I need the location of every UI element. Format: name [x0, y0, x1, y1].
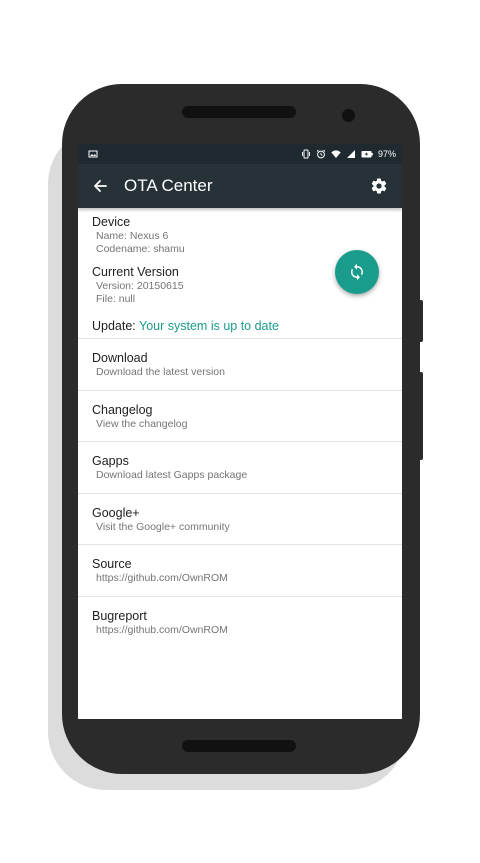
signal-icon [346, 150, 355, 158]
list-item-title: Changelog [92, 402, 153, 417]
stage: 97% OTA Center Device Name: Nexus 6 Code… [0, 0, 480, 863]
arrow-back-icon [94, 180, 107, 192]
vibrate-icon [302, 149, 310, 159]
gear-icon [371, 178, 387, 194]
image-icon [88, 150, 98, 158]
list-item-subtitle: Visit the Google+ community [96, 520, 230, 533]
file-value: File: null [96, 293, 136, 305]
list-item-title: Bugreport [92, 608, 147, 623]
list-item-subtitle: https://github.com/OwnROM [96, 623, 228, 636]
list-item-bugreport[interactable]: Bugreport https://github.com/OwnROM [78, 597, 402, 649]
wifi-icon [331, 150, 341, 158]
list-item-title: Source [92, 557, 132, 572]
content: Device Name: Nexus 6 Codename: shamu Cur… [78, 208, 402, 649]
battery-icon [361, 151, 373, 158]
device-header: Device [92, 215, 131, 229]
volume-button [418, 372, 423, 460]
list-item-subtitle: https://github.com/OwnROM [96, 572, 228, 585]
list-item-title: Gapps [92, 454, 129, 469]
list-item-gapps[interactable]: Gapps Download latest Gapps package [78, 442, 402, 494]
list-item-title: Download [92, 351, 148, 365]
bottom-speaker [182, 740, 296, 752]
update-status: Update: Your system is up to date [92, 318, 388, 334]
list-item-source[interactable]: Source https://github.com/OwnROM [78, 545, 402, 597]
list-item-subtitle: Download latest Gapps package [96, 469, 248, 482]
device-name: Name: Nexus 6 [96, 230, 169, 242]
list-item-google-plus[interactable]: Google+ Visit the Google+ community [78, 494, 402, 546]
update-status-text: Your system is up to date [139, 319, 279, 333]
refresh-fab[interactable] [335, 250, 379, 294]
update-label: Update: [92, 319, 140, 333]
sync-icon [351, 263, 363, 281]
list-item-changelog[interactable]: Changelog View the changelog [78, 391, 402, 443]
alarm-icon [316, 149, 326, 159]
list-item-download[interactable]: Download Download the latest version [78, 339, 402, 391]
list-item-subtitle: Download the latest version [96, 366, 225, 378]
status-bar: 97% [78, 144, 402, 164]
screen: 97% OTA Center Device Name: Nexus 6 Code… [78, 144, 402, 719]
settings-button[interactable] [368, 175, 390, 197]
list-item-title: Google+ [92, 505, 140, 520]
list-item-subtitle: View the changelog [96, 417, 188, 430]
app-toolbar: OTA Center [78, 164, 402, 208]
battery-percent: 97% [377, 149, 396, 159]
page-title: OTA Center [124, 176, 213, 195]
device-info-card: Device Name: Nexus 6 Codename: shamu Cur… [78, 208, 402, 339]
back-button[interactable] [90, 176, 110, 196]
earpiece-speaker [182, 106, 296, 118]
power-button [418, 300, 423, 342]
front-camera [342, 109, 355, 122]
